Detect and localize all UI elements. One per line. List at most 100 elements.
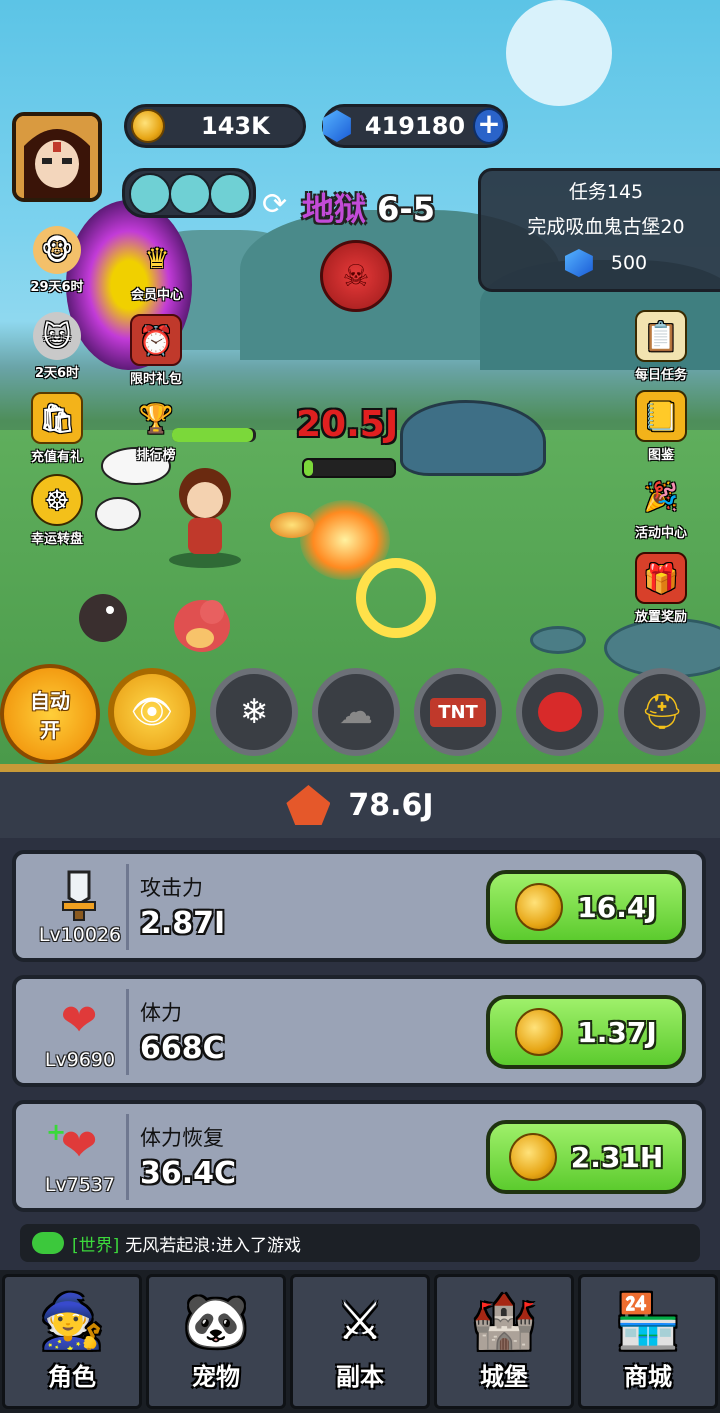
tnt-skill[interactable]: TNT bbox=[414, 668, 502, 756]
red-dragon-pet bbox=[164, 586, 238, 658]
tab-shop[interactable]: 🏪 商城 bbox=[578, 1274, 718, 1409]
gold-amount: 143K bbox=[201, 112, 270, 140]
viking-helmet-skill[interactable]: ⛑ bbox=[618, 668, 706, 756]
monkey-king-event-button[interactable]: 🐵 29天6时 bbox=[22, 226, 92, 295]
demon-icon: ☠ bbox=[342, 258, 370, 294]
gem-counter: 419180 + bbox=[322, 104, 508, 148]
crossed-swords-icon: ⚔ bbox=[336, 1292, 384, 1352]
shopping-bag-icon: 🛍 bbox=[31, 392, 83, 444]
tab-label: 城堡 bbox=[480, 1363, 528, 1391]
world-chat-bar[interactable]: [世界] 无风若起浪:进入了游戏 bbox=[20, 1224, 700, 1262]
upgrade-hp-button[interactable]: 1.37J bbox=[486, 995, 686, 1069]
quest-panel[interactable]: 任务145 完成吸血鬼古堡20 500 bbox=[478, 168, 720, 292]
sun bbox=[506, 0, 612, 106]
flame-sword-icon bbox=[286, 785, 331, 825]
player-avatar[interactable] bbox=[12, 112, 102, 202]
upgrade-name: 攻击力 bbox=[140, 876, 203, 900]
plus-icon: + bbox=[477, 107, 501, 140]
gem-amount: 419180 bbox=[364, 112, 466, 140]
hero-icon: 🧙 bbox=[39, 1292, 105, 1352]
quest-title: 任务145 bbox=[568, 181, 644, 203]
menu-label: 限时礼包 bbox=[129, 372, 182, 387]
buff-bar bbox=[122, 168, 256, 218]
ice-skill[interactable]: ❄ bbox=[210, 668, 298, 756]
fire-projectile bbox=[270, 512, 314, 538]
red-bird-icon bbox=[538, 692, 582, 732]
panda-icon: 🐼 bbox=[183, 1292, 249, 1352]
menu-label: 充值有礼 bbox=[30, 450, 83, 465]
combat-power-value: 78.6J bbox=[348, 787, 434, 823]
cat-event-button[interactable]: 🐱 2天6时 bbox=[22, 312, 92, 381]
skill-bar: 自动 开 👁 ❄ ☁ TNT ⛑ bbox=[0, 660, 720, 765]
gem-icon bbox=[323, 110, 351, 142]
auto-state-label: 开 bbox=[40, 718, 60, 742]
upgrade-hp-regen-button[interactable]: 2.31H bbox=[486, 1120, 686, 1194]
treasure-chest-icon: 🎁 bbox=[635, 552, 687, 604]
idle-reward-button[interactable]: 🎁 放置奖励 bbox=[626, 552, 696, 625]
upgrade-attack-button[interactable]: 16.4J bbox=[486, 870, 686, 944]
heart-plus-icon: ❤ + bbox=[46, 1118, 98, 1171]
speed-buff-icon[interactable] bbox=[209, 173, 251, 215]
gem-icon bbox=[564, 249, 593, 277]
gold-buff-icon[interactable] bbox=[129, 173, 171, 215]
refresh-icon[interactable]: ⟳ bbox=[262, 190, 294, 222]
menu-label: 活动中心 bbox=[634, 526, 687, 541]
tab-pets[interactable]: 🐼 宠物 bbox=[146, 1274, 286, 1409]
enemy-health-bar bbox=[302, 458, 396, 478]
castle-icon: 🏰 bbox=[471, 1292, 537, 1352]
tab-label: 副本 bbox=[336, 1363, 384, 1391]
clipboard-icon: 📋 bbox=[635, 310, 687, 362]
chat-channel: [世界] bbox=[72, 1235, 120, 1256]
demon-eye-icon: 👁 bbox=[130, 692, 174, 732]
event-center-button[interactable]: 🎉 活动中心 bbox=[626, 472, 696, 542]
upgrade-level: Lv10026 bbox=[38, 924, 122, 946]
helmet-icon: ⛑ bbox=[640, 692, 684, 732]
tab-label: 商城 bbox=[624, 1363, 672, 1391]
crown-icon: ♛ bbox=[144, 241, 170, 275]
black-chicken-pet bbox=[76, 588, 130, 644]
upgrade-cost: 1.37J bbox=[577, 1015, 657, 1049]
divider bbox=[0, 764, 720, 772]
limited-gift-button[interactable]: ⏰ 限时礼包 bbox=[118, 314, 194, 387]
recharge-gift-button[interactable]: 🛍 充值有礼 bbox=[22, 392, 92, 465]
codex-button[interactable]: 📒 图鉴 bbox=[626, 390, 696, 463]
leaderboard-button[interactable]: 🏆 排行榜 bbox=[118, 394, 194, 464]
tnt-icon: TNT bbox=[430, 697, 486, 727]
gold-coin-icon bbox=[508, 1133, 557, 1181]
attack-buff-icon[interactable] bbox=[169, 173, 211, 215]
upgrade-value: 668C bbox=[140, 1031, 225, 1066]
snowflake-icon: ❄ bbox=[239, 692, 269, 732]
daily-tasks-button[interactable]: 📋 每日任务 bbox=[626, 310, 696, 383]
add-gems-button[interactable]: + bbox=[473, 108, 505, 144]
lucky-wheel-button[interactable]: ☸ 幸运转盘 bbox=[22, 474, 92, 547]
cloud-skill[interactable]: ☁ bbox=[312, 668, 400, 756]
upgrade-card-hp: ❤ Lv9690 体力 668C 1.37J bbox=[12, 975, 706, 1087]
shop-icon: 🏪 bbox=[615, 1292, 681, 1352]
player-portrait-icon bbox=[16, 116, 98, 198]
tab-character[interactable]: 🧙 角色 bbox=[2, 1274, 142, 1409]
chat-bubble-icon bbox=[32, 1232, 64, 1254]
gold-coin-icon bbox=[131, 109, 165, 143]
menu-label: 会员中心 bbox=[130, 288, 183, 303]
demon-summon-skill[interactable]: 👁 bbox=[108, 668, 196, 756]
damage-number: 20.5J bbox=[296, 404, 399, 445]
upgrade-level: Lv9690 bbox=[44, 1049, 116, 1071]
angry-bird-skill[interactable] bbox=[516, 668, 604, 756]
tab-castle[interactable]: 🏰 城堡 bbox=[434, 1274, 574, 1409]
auto-skill-toggle[interactable]: 自动 开 bbox=[0, 664, 100, 764]
tab-label: 宠物 bbox=[192, 1363, 240, 1391]
vip-center-button[interactable]: ♛ 会员中心 bbox=[122, 234, 192, 304]
tab-dungeon[interactable]: ⚔ 副本 bbox=[290, 1274, 430, 1409]
card-separator bbox=[126, 864, 129, 950]
heart-icon: ❤ bbox=[60, 994, 98, 1046]
menu-label: 图鉴 bbox=[647, 448, 674, 463]
upgrade-value: 2.87I bbox=[140, 906, 226, 941]
combat-power-bar: 78.6J bbox=[0, 772, 720, 838]
upgrade-value: 36.4C bbox=[140, 1156, 237, 1191]
gold-counter: 143K bbox=[124, 104, 306, 148]
cloud-icon: ☁ bbox=[339, 692, 373, 732]
boss-challenge-button[interactable]: ☠ bbox=[320, 240, 392, 312]
cat-icon: 🐱 bbox=[33, 312, 81, 360]
pond bbox=[530, 626, 586, 654]
yellow-ring-effect bbox=[356, 558, 436, 638]
